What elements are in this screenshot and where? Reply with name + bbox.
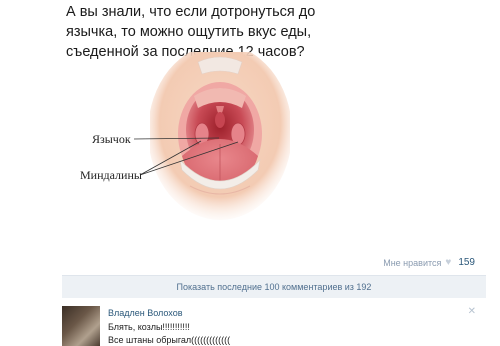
label-uvula: Язычок — [92, 132, 131, 146]
comment-text-line-2: Все штаны обрыгал((((((((((((( — [108, 335, 231, 345]
show-more-comments-button[interactable]: Показать последние 100 комментариев из 1… — [62, 275, 486, 298]
label-tonsils: Миндалины — [80, 168, 142, 182]
heart-icon: ♥ — [445, 257, 452, 268]
post-text-line-1: А вы знали, что если дотронуться до — [66, 4, 316, 20]
avatar[interactable] — [62, 306, 100, 346]
mouth-illustration — [150, 52, 290, 220]
like-label: Мне нравится — [383, 257, 442, 268]
like-button[interactable]: Мне нравится ♥ 159 — [383, 257, 475, 268]
close-icon[interactable]: ✕ — [468, 306, 476, 317]
comment-text-line-1: Блять, козлы!!!!!!!!!!! — [108, 322, 190, 332]
comment-item: Владлен Волохов Блять, козлы!!!!!!!!!!! … — [62, 300, 486, 346]
comment-author-link[interactable]: Владлен Волохов — [108, 308, 183, 318]
post-text-line-2: язычка, то можно ощутить вкус еды, — [66, 24, 312, 40]
like-count: 159 — [458, 257, 475, 268]
